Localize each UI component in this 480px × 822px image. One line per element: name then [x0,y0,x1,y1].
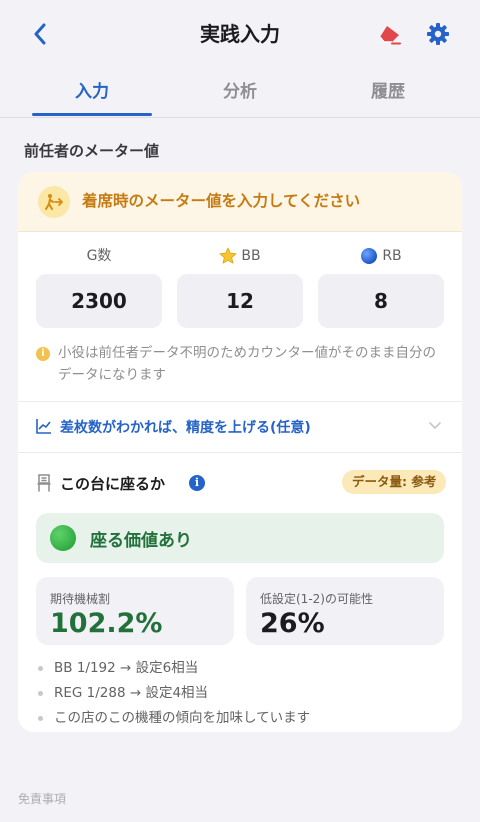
expected-rate-value: 102.2% [50,608,163,639]
accuracy-link: 差枚数がわかれば、精度を上げる(任意) [60,420,311,436]
rb-count-input[interactable]: 8 [318,274,444,328]
tab-input[interactable]: 入力 [18,70,166,118]
gear-icon [427,23,449,45]
meter-card: 着席時のメーター値を入力してください G数 2300 BB 12 RB 8 i … [18,172,462,732]
rb-count: RB 8 [318,244,444,328]
rb-count-label: RB [318,244,444,268]
low-setting-card: 低設定(1-2)の可能性 26% [246,577,444,645]
rb-count-label-text: RB [382,248,402,264]
chevron-down-icon [429,422,441,429]
tab-divider [0,117,480,118]
top-bar: 実践入力 入力 分析 履歴 [0,0,480,118]
game-count-label: G数 [36,244,162,268]
clear-button[interactable] [376,20,404,48]
settings-button[interactable] [424,20,452,48]
divider [18,452,462,453]
game-count-input[interactable]: 2300 [36,274,162,328]
green-circle-icon [50,525,76,551]
prompt-text: 着席時のメーター値を入力してください [82,192,361,210]
verdict-banner: 座る価値あり [36,513,444,563]
bb-count-label-text: BB [241,248,261,264]
bb-count-input[interactable]: 12 [177,274,303,328]
star-icon [219,247,237,264]
bb-count: BB 12 [177,244,303,328]
low-setting-value: 26% [260,608,325,639]
disclaimer-link[interactable]: 免責事項 [18,790,66,807]
info-icon[interactable]: i [189,475,205,491]
page-title: 実践入力 [200,22,280,46]
line-chart-icon [36,419,51,434]
blue-ball-icon [361,248,378,264]
tab-bar: 入力 分析 履歴 [18,70,462,118]
game-count: G数 2300 [36,244,162,328]
eraser-icon [379,26,401,45]
bb-count-label: BB [177,244,303,268]
verdict-text: 座る価値あり [90,531,192,551]
chair-icon [37,474,51,492]
list-item: REG 1/288 → 設定4相当 [36,681,446,706]
tab-analysis[interactable]: 分析 [166,70,314,118]
section-label: 前任者のメーター値 [24,142,160,160]
expected-rate-label: 期待機械割 [50,592,111,606]
sit-title: この台に座るか [60,475,166,493]
low-setting-label: 低設定(1-2)の可能性 [260,592,373,606]
analysis-bullets: BB 1/192 → 設定6相当 REG 1/288 → 設定4相当 この店のこ… [36,656,446,731]
expected-rate-card: 期待機械割 102.2% [36,577,234,645]
accuracy-expander[interactable]: 差枚数がわかれば、精度を上げる(任意) [18,402,462,452]
sit-header: この台に座るか i データ量: 参考 [18,470,462,496]
input-prompt-banner: 着席時のメーター値を入力してください [18,172,462,232]
data-amount-badge: データ量: 参考 [342,470,447,494]
info-dot-icon: i [36,347,50,361]
note-text: 小役は前任者データ不明のためカウンター値がそのまま自分のデータになります [58,345,436,383]
list-item: この店のこの機種の傾向を加味しています [36,706,446,731]
nav-bar: 実践入力 [0,10,480,58]
game-count-label-text: G数 [86,248,112,264]
tab-history[interactable]: 履歴 [314,70,462,118]
list-item: BB 1/192 → 設定6相当 [36,656,446,681]
walking-person-icon [38,186,70,218]
